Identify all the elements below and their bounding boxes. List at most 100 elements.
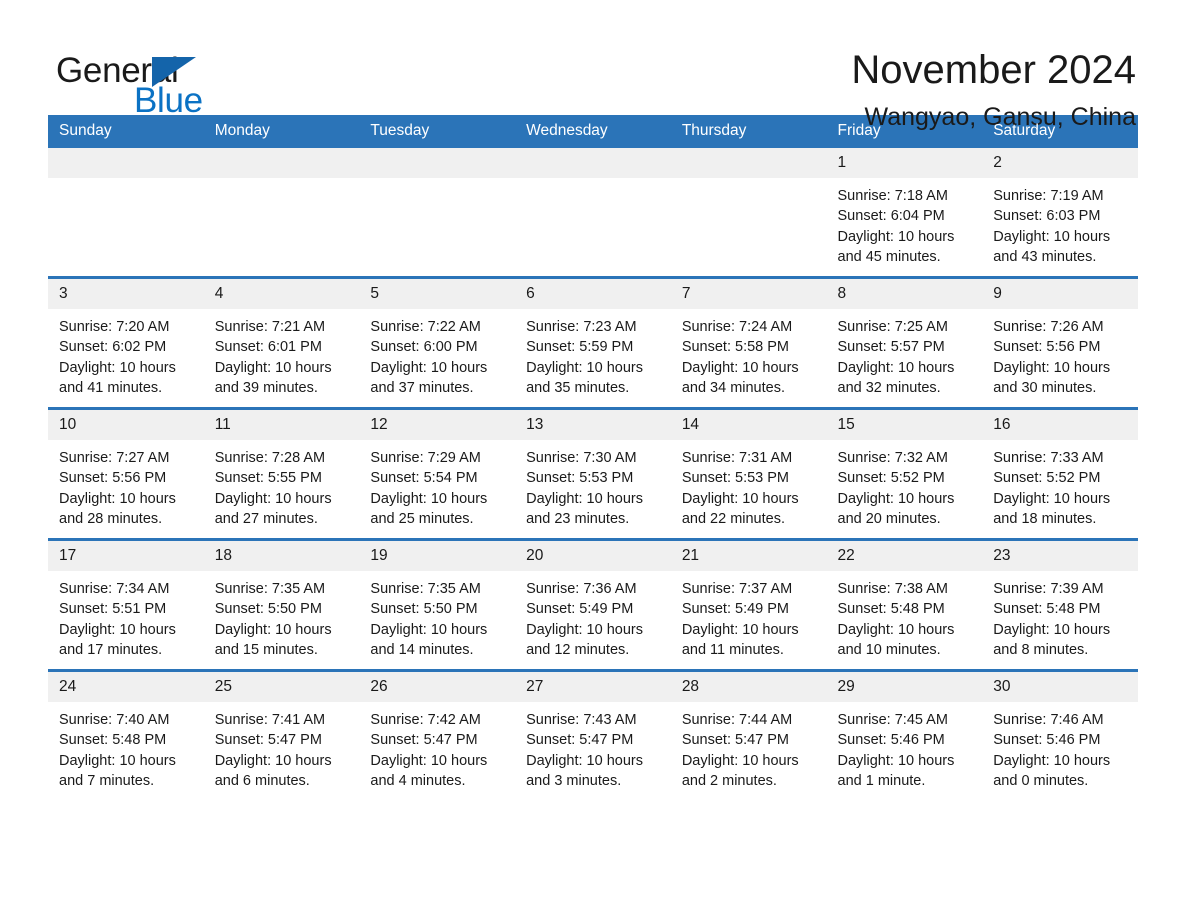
day-cell-inner: 12 Sunrise: 7:29 AM Sunset: 5:54 PM Dayligh…	[359, 410, 516, 538]
day-details: Sunrise: 7:46 AM Sunset: 5:46 PM Daylight:…	[982, 702, 1138, 791]
calendar-day-cell[interactable]: 30 Sunrise: 7:46 AM Sunset: 5:46 PM Dayligh…	[982, 669, 1138, 800]
day-cell-inner: 9 Sunrise: 7:26 AM Sunset: 5:56 PM Daylight…	[982, 279, 1138, 407]
sunrise-text: Sunrise: 7:38 AM	[837, 581, 948, 597]
calendar-day-cell[interactable]: 22 Sunrise: 7:38 AM Sunset: 5:48 PM Dayligh…	[826, 538, 983, 671]
calendar-cell-empty	[359, 148, 516, 278]
daylight-text-line2: and 10 minutes.	[837, 641, 941, 658]
daylight-text-line2: and 35 minutes.	[526, 379, 630, 396]
day-number: 4	[203, 279, 360, 309]
sunrise-text: Sunrise: 7:33 AM	[993, 450, 1104, 466]
daylight-text-line1: Daylight: 10 hours	[214, 621, 332, 638]
daylight-text-line1: Daylight: 10 hours	[681, 752, 799, 769]
calendar-day-cell[interactable]: 2 Sunrise: 7:19 AM Sunset: 6:03 PM Daylight…	[982, 148, 1138, 278]
calendar-day-cell[interactable]: 1 Sunrise: 7:18 AM Sunset: 6:04 PM Daylight…	[826, 148, 983, 278]
day-number	[670, 148, 827, 178]
day-number: 20	[515, 541, 671, 571]
calendar-day-cell[interactable]: 4 Sunrise: 7:21 AM Sunset: 6:01 PM Daylight…	[203, 276, 360, 409]
calendar-week-row: 17 Sunrise: 7:34 AM Sunset: 5:51 PM Dayligh…	[48, 538, 1138, 671]
daylight-text-line1: Daylight: 10 hours	[993, 228, 1111, 245]
sunrise-text: Sunrise: 7:22 AM	[370, 319, 481, 335]
calendar-day-cell[interactable]: 8 Sunrise: 7:25 AM Sunset: 5:57 PM Daylight…	[826, 276, 983, 409]
calendar-week-row: 10 Sunrise: 7:27 AM Sunset: 5:56 PM Dayligh…	[48, 407, 1138, 540]
calendar-day-cell[interactable]: 3 Sunrise: 7:20 AM Sunset: 6:02 PM Daylight…	[48, 276, 204, 409]
sunset-text: Sunset: 5:48 PM	[59, 732, 167, 749]
sunset-text: Sunset: 5:49 PM	[526, 601, 634, 618]
day-cell-inner: 24 Sunrise: 7:40 AM Sunset: 5:48 PM Dayligh…	[48, 672, 204, 800]
calendar-day-cell[interactable]: 14 Sunrise: 7:31 AM Sunset: 5:53 PM Dayligh…	[670, 407, 827, 540]
day-number: 28	[670, 672, 827, 702]
day-number: 23	[982, 541, 1138, 571]
day-number: 22	[826, 541, 983, 571]
daylight-text-line1: Daylight: 10 hours	[370, 490, 488, 507]
daylight-text-line1: Daylight: 10 hours	[681, 359, 799, 376]
daylight-text-line2: and 23 minutes.	[526, 510, 630, 527]
day-number: 14	[670, 410, 827, 440]
calendar-day-cell[interactable]: 27 Sunrise: 7:43 AM Sunset: 5:47 PM Dayligh…	[515, 669, 671, 800]
calendar-day-cell[interactable]: 20 Sunrise: 7:36 AM Sunset: 5:49 PM Dayligh…	[515, 538, 671, 671]
daylight-text-line1: Daylight: 10 hours	[681, 621, 799, 638]
daylight-text-line1: Daylight: 10 hours	[681, 490, 799, 507]
calendar-day-cell[interactable]: 15 Sunrise: 7:32 AM Sunset: 5:52 PM Dayligh…	[826, 407, 983, 540]
calendar-day-cell[interactable]: 9 Sunrise: 7:26 AM Sunset: 5:56 PM Daylight…	[982, 276, 1138, 409]
calendar-day-cell[interactable]: 12 Sunrise: 7:29 AM Sunset: 5:54 PM Dayligh…	[359, 407, 516, 540]
daylight-text-line2: and 27 minutes.	[214, 510, 318, 527]
day-cell-inner: 17 Sunrise: 7:34 AM Sunset: 5:51 PM Dayligh…	[48, 541, 204, 669]
calendar-day-cell[interactable]: 10 Sunrise: 7:27 AM Sunset: 5:56 PM Dayligh…	[48, 407, 204, 540]
daylight-text-line1: Daylight: 10 hours	[526, 490, 643, 507]
sunrise-text: Sunrise: 7:26 AM	[993, 319, 1104, 335]
daylight-text-line2: and 14 minutes.	[370, 641, 474, 658]
daylight-text-line2: and 43 minutes.	[993, 248, 1097, 265]
sunrise-text: Sunrise: 7:24 AM	[681, 319, 793, 335]
sunset-text: Sunset: 5:52 PM	[993, 470, 1101, 487]
calendar-day-cell[interactable]: 19 Sunrise: 7:35 AM Sunset: 5:50 PM Dayligh…	[359, 538, 516, 671]
calendar-day-cell[interactable]: 28 Sunrise: 7:44 AM Sunset: 5:47 PM Dayligh…	[670, 669, 827, 800]
sunrise-text: Sunrise: 7:19 AM	[993, 188, 1104, 204]
day-details: Sunrise: 7:21 AM Sunset: 6:01 PM Daylight:…	[204, 309, 360, 398]
day-cell-inner: 5 Sunrise: 7:22 AM Sunset: 6:00 PM Daylight…	[359, 279, 516, 407]
day-number: 9	[982, 279, 1138, 309]
calendar-day-cell[interactable]: 23 Sunrise: 7:39 AM Sunset: 5:48 PM Dayligh…	[982, 538, 1138, 671]
day-details: Sunrise: 7:39 AM Sunset: 5:48 PM Daylight:…	[982, 571, 1138, 660]
day-number: 5	[359, 279, 516, 309]
day-number: 8	[826, 279, 983, 309]
day-details: Sunrise: 7:19 AM Sunset: 6:03 PM Daylight:…	[982, 178, 1138, 267]
day-cell-inner: 27 Sunrise: 7:43 AM Sunset: 5:47 PM Dayligh…	[515, 672, 671, 800]
daylight-text-line1: Daylight: 10 hours	[993, 490, 1111, 507]
calendar-day-cell[interactable]: 26 Sunrise: 7:42 AM Sunset: 5:47 PM Dayligh…	[359, 669, 516, 800]
sunset-text: Sunset: 5:55 PM	[214, 470, 322, 487]
daylight-text-line1: Daylight: 10 hours	[993, 752, 1111, 769]
calendar-day-cell[interactable]: 21 Sunrise: 7:37 AM Sunset: 5:49 PM Dayligh…	[670, 538, 827, 671]
sunrise-text: Sunrise: 7:35 AM	[370, 581, 481, 597]
day-cell-inner: 25 Sunrise: 7:41 AM Sunset: 5:47 PM Dayligh…	[203, 672, 360, 800]
general-blue-logo[interactable]: General Blue	[56, 44, 206, 120]
calendar-day-cell[interactable]: 11 Sunrise: 7:28 AM Sunset: 5:55 PM Dayligh…	[203, 407, 360, 540]
calendar-day-cell[interactable]: 25 Sunrise: 7:41 AM Sunset: 5:47 PM Dayligh…	[203, 669, 360, 800]
sunset-text: Sunset: 6:04 PM	[837, 208, 945, 225]
day-details: Sunrise: 7:42 AM Sunset: 5:47 PM Daylight:…	[359, 702, 515, 791]
sunset-text: Sunset: 5:47 PM	[370, 732, 478, 749]
sunrise-text: Sunrise: 7:39 AM	[993, 581, 1104, 597]
daylight-text-line2: and 37 minutes.	[370, 379, 474, 396]
calendar-day-cell[interactable]: 29 Sunrise: 7:45 AM Sunset: 5:46 PM Dayligh…	[826, 669, 983, 800]
sunset-text: Sunset: 6:02 PM	[59, 339, 167, 356]
day-details: Sunrise: 7:41 AM Sunset: 5:47 PM Daylight:…	[204, 702, 360, 791]
day-details: Sunrise: 7:23 AM Sunset: 5:59 PM Daylight:…	[515, 309, 671, 398]
daylight-text-line2: and 45 minutes.	[837, 248, 941, 265]
day-cell-inner: 10 Sunrise: 7:27 AM Sunset: 5:56 PM Dayligh…	[48, 410, 204, 538]
day-details: Sunrise: 7:20 AM Sunset: 6:02 PM Daylight:…	[48, 309, 204, 398]
day-number: 2	[982, 148, 1138, 178]
day-cell-inner: 22 Sunrise: 7:38 AM Sunset: 5:48 PM Dayligh…	[826, 541, 983, 669]
sunrise-text: Sunrise: 7:18 AM	[837, 188, 948, 204]
sunset-text: Sunset: 5:47 PM	[526, 732, 634, 749]
calendar-day-cell[interactable]: 17 Sunrise: 7:34 AM Sunset: 5:51 PM Dayligh…	[48, 538, 204, 671]
calendar-day-cell[interactable]: 7 Sunrise: 7:24 AM Sunset: 5:58 PM Daylight…	[670, 276, 827, 409]
calendar-day-cell[interactable]: 6 Sunrise: 7:23 AM Sunset: 5:59 PM Daylight…	[515, 276, 671, 409]
day-cell-inner: 20 Sunrise: 7:36 AM Sunset: 5:49 PM Dayligh…	[515, 541, 671, 669]
calendar-day-cell[interactable]: 24 Sunrise: 7:40 AM Sunset: 5:48 PM Dayligh…	[48, 669, 204, 800]
daylight-text-line2: and 7 minutes.	[59, 772, 155, 789]
calendar-day-cell[interactable]: 18 Sunrise: 7:35 AM Sunset: 5:50 PM Dayligh…	[203, 538, 360, 671]
calendar-day-cell[interactable]: 13 Sunrise: 7:30 AM Sunset: 5:53 PM Dayligh…	[515, 407, 671, 540]
calendar-day-cell[interactable]: 16 Sunrise: 7:33 AM Sunset: 5:52 PM Dayligh…	[982, 407, 1138, 540]
day-cell-inner: 30 Sunrise: 7:46 AM Sunset: 5:46 PM Dayligh…	[982, 672, 1138, 800]
calendar-day-cell[interactable]: 5 Sunrise: 7:22 AM Sunset: 6:00 PM Daylight…	[359, 276, 516, 409]
